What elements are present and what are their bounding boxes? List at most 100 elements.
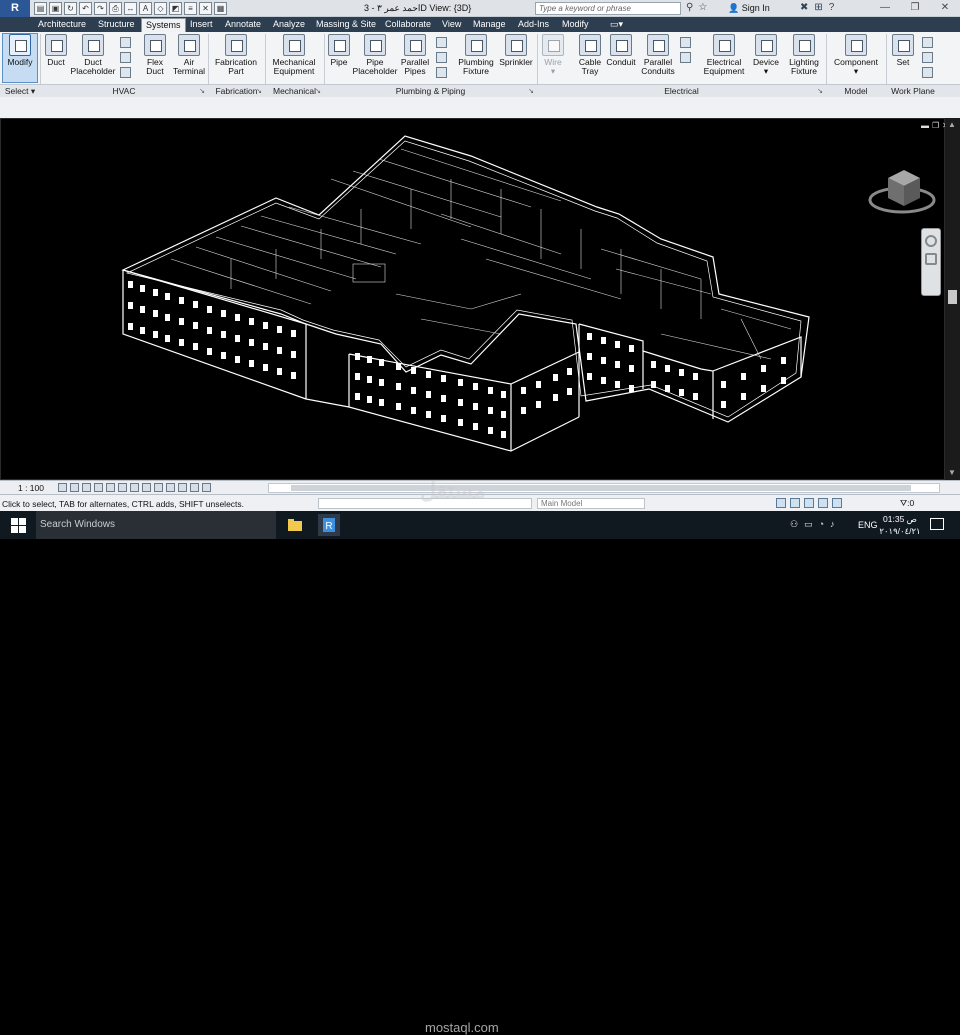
component-button[interactable]: Component ▾ <box>828 34 884 84</box>
parallel-conduits-button[interactable]: Parallel Conduits <box>639 34 677 84</box>
section-icon[interactable]: ◩ <box>169 2 182 15</box>
wire-button[interactable]: Wire ▾ <box>539 34 567 84</box>
horizontal-scrollbar[interactable] <box>268 483 940 493</box>
plumbing-fixture-button[interactable]: Plumbing Fixture <box>455 34 497 84</box>
vertical-scrollbar[interactable]: ▲ ▼ <box>945 118 960 480</box>
modify-button[interactable]: Modify <box>2 33 38 83</box>
network-icon[interactable]: ◔ <box>819 519 824 530</box>
shadows-icon[interactable] <box>94 483 103 492</box>
scroll-up-icon[interactable]: ▲ <box>948 120 956 129</box>
lighting-fixture-button[interactable]: Lighting Fixture <box>784 34 824 84</box>
windows-start-icon[interactable] <box>0 511 36 539</box>
panel-launcher-icon[interactable]: ↘ <box>817 86 823 97</box>
sync-icon[interactable]: ↻ <box>64 2 77 15</box>
panel-launcher-icon[interactable]: ↘ <box>315 86 321 97</box>
open-icon[interactable]: ▤ <box>34 2 47 15</box>
help-icon[interactable]: ? <box>829 2 835 13</box>
save-icon[interactable]: ▣ <box>49 2 62 15</box>
tab-manage[interactable]: Manage <box>473 17 506 32</box>
close-icon[interactable]: ✕ <box>930 0 960 17</box>
temporary-hide-icon[interactable] <box>154 483 163 492</box>
pipe-accessory-icon[interactable] <box>436 52 447 63</box>
tab-architecture[interactable]: Architecture <box>38 17 86 32</box>
duct-placeholder-button[interactable]: Duct Placeholder <box>70 34 116 84</box>
taskbar-search-input[interactable]: Search Windows <box>36 511 276 539</box>
minimize-icon[interactable]: — <box>870 0 900 17</box>
steering-wheel-icon[interactable] <box>925 235 937 247</box>
application-menu-button[interactable]: R <box>0 0 30 17</box>
cable-tray-button[interactable]: Cable Tray <box>575 34 605 84</box>
revit-app-icon[interactable]: R <box>318 514 340 536</box>
tab-systems[interactable]: Systems <box>141 18 186 32</box>
tab-add-ins[interactable]: Add-Ins <box>518 17 549 32</box>
tab-modify[interactable]: Modify <box>562 17 589 32</box>
design-option-select[interactable]: Main Model <box>537 498 645 509</box>
device-button[interactable]: Device ▾ <box>750 34 782 84</box>
exchange-icon[interactable]: ✖ <box>800 2 808 13</box>
select-pinned-icon[interactable] <box>804 498 814 508</box>
restore-icon[interactable]: ❐ <box>932 121 939 130</box>
battery-icon[interactable]: ▭ <box>804 519 813 530</box>
duct-accessory-icon[interactable] <box>120 52 131 63</box>
drag-elements-icon[interactable] <box>832 498 842 508</box>
pipe-button[interactable]: Pipe <box>326 34 352 84</box>
panel-launcher-icon[interactable]: ↘ <box>256 86 262 97</box>
switch-windows-icon[interactable]: ▦ <box>214 2 227 15</box>
minimize-icon[interactable]: ▬ <box>921 121 929 130</box>
3d-viewport[interactable] <box>0 118 945 480</box>
render-icon[interactable] <box>106 483 115 492</box>
flex-pipe-icon[interactable] <box>436 67 447 78</box>
tab-insert[interactable]: Insert <box>190 17 213 32</box>
tab-view[interactable]: View <box>442 17 461 32</box>
electrical-equipment-button[interactable]: Electrical Equipment <box>700 34 748 84</box>
flex-duct-button[interactable]: Flex Duct <box>138 34 172 84</box>
viewer-icon[interactable] <box>922 67 933 78</box>
select-underlay-icon[interactable] <box>790 498 800 508</box>
duct-button[interactable]: Duct <box>42 34 70 84</box>
conduit-button[interactable]: Conduit <box>605 34 637 84</box>
filter-count[interactable]: ⛛:0 <box>900 498 914 509</box>
analytical-model-icon[interactable] <box>178 483 187 492</box>
set-work-plane-button[interactable]: Set <box>888 34 918 84</box>
unlock-view-icon[interactable] <box>142 483 151 492</box>
reveal-hidden-icon[interactable] <box>166 483 175 492</box>
search-input[interactable]: Type a keyword or phrase <box>535 2 681 15</box>
ref-plane-icon[interactable] <box>922 52 933 63</box>
sprinkler-button[interactable]: Sprinkler <box>497 34 535 84</box>
sun-path-icon[interactable] <box>82 483 91 492</box>
select-links-icon[interactable] <box>776 498 786 508</box>
show-work-plane-icon[interactable] <box>922 37 933 48</box>
zoom-icon[interactable] <box>925 253 937 265</box>
clock[interactable]: 01:35 ص ٢٠١٩/٠٤/٢١ <box>878 513 922 537</box>
tab-structure[interactable]: Structure <box>98 17 135 32</box>
visual-style-icon[interactable] <box>70 483 79 492</box>
volume-icon[interactable]: ♪ <box>830 519 835 530</box>
duct-fitting-icon[interactable] <box>120 37 131 48</box>
convert-to-flex-icon[interactable] <box>120 67 131 78</box>
star-icon[interactable]: ☆ <box>698 2 707 13</box>
restore-icon[interactable]: ❐ <box>900 0 930 17</box>
crop-view-icon[interactable] <box>118 483 127 492</box>
panel-launcher-icon[interactable]: ↘ <box>528 86 534 97</box>
pipe-placeholder-button[interactable]: Pipe Placeholder <box>352 34 398 84</box>
tab-massing-site[interactable]: Massing & Site <box>316 17 376 32</box>
undo-icon[interactable]: ↶ <box>79 2 92 15</box>
scroll-down-icon[interactable]: ▼ <box>948 468 956 477</box>
tab-collaborate[interactable]: Collaborate <box>385 17 431 32</box>
action-center-icon[interactable] <box>930 518 944 530</box>
conduit-fitting-icon[interactable] <box>680 52 691 63</box>
thin-lines-icon[interactable]: ≡ <box>184 2 197 15</box>
redo-icon[interactable]: ↷ <box>94 2 107 15</box>
people-icon[interactable]: ⚇ <box>790 519 798 530</box>
detail-level-icon[interactable] <box>58 483 67 492</box>
panel-select[interactable]: Select ▾ <box>0 86 40 97</box>
scroll-thumb[interactable] <box>291 485 911 491</box>
measure-icon[interactable]: ↔ <box>124 2 137 15</box>
parallel-pipes-button[interactable]: Parallel Pipes <box>398 34 432 84</box>
highlight-displacement-icon[interactable] <box>190 483 199 492</box>
scroll-thumb[interactable] <box>948 290 957 304</box>
select-by-face-icon[interactable] <box>818 498 828 508</box>
ribbon-minimize-icon[interactable]: ▭▾ <box>610 17 623 32</box>
air-terminal-button[interactable]: Air Terminal <box>172 34 206 84</box>
show-crop-icon[interactable] <box>130 483 139 492</box>
